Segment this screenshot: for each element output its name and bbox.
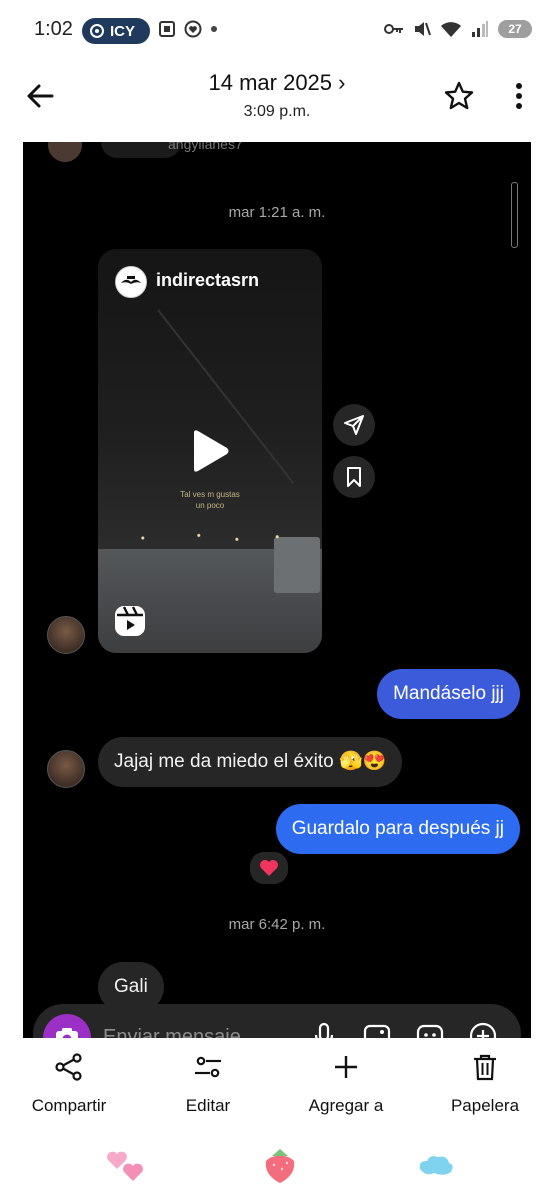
more-vert-icon[interactable] — [508, 80, 530, 112]
timestamp: mar 6:42 p. m. — [228, 916, 326, 933]
message-bubble-out[interactable]: Mandáselo jjj — [377, 669, 520, 719]
status-time: 1:02 — [34, 18, 73, 40]
screenshot-icon — [159, 21, 175, 37]
share-label: Compartir — [31, 1096, 107, 1115]
avatar[interactable] — [47, 616, 85, 654]
bookmark-icon — [347, 467, 361, 487]
edit-button[interactable]: Editar — [148, 1052, 268, 1116]
header-date-text: 14 mar 2025 — [208, 70, 333, 95]
gallery-icon[interactable] — [363, 1022, 391, 1038]
sticker-icon[interactable] — [416, 1022, 444, 1038]
reel-avatar[interactable] — [115, 266, 147, 298]
camera-button[interactable] — [43, 1014, 91, 1038]
add-to-button[interactable]: Agregar a — [286, 1052, 406, 1116]
pink-hearts-icon — [107, 1151, 143, 1181]
record-icon — [90, 24, 104, 38]
mute-icon — [415, 22, 431, 36]
heart-badge-icon — [184, 20, 202, 38]
save-reel-button[interactable] — [333, 456, 375, 498]
wifi-icon — [441, 22, 461, 37]
chat-screenshot: angyllanes7 mar 1:21 a. m. indirectasrn … — [23, 142, 531, 1038]
battery-icon: 27 — [498, 20, 532, 38]
trash-label: Papelera — [450, 1096, 520, 1115]
status-icons-left — [158, 20, 218, 38]
play-icon[interactable] — [190, 429, 230, 473]
trash-button[interactable]: Papelera — [425, 1052, 545, 1116]
timestamp: mar 1:21 a. m. — [228, 204, 326, 221]
reel-city-lights — [98, 525, 322, 551]
status-icons-right: 27 — [384, 20, 532, 38]
add-circle-icon[interactable] — [469, 1022, 497, 1038]
avatar — [48, 142, 82, 162]
share-icon — [55, 1053, 82, 1081]
chevron-right-icon: › — [338, 70, 346, 95]
share-reel-button[interactable] — [333, 404, 375, 446]
cut-username: angyllanes7 — [168, 142, 243, 152]
signal-icon — [472, 21, 488, 37]
microphone-icon[interactable] — [310, 1022, 338, 1038]
trash-icon — [474, 1054, 496, 1081]
mustache-logo-icon — [121, 276, 141, 284]
reel-caption: Tal ves m gustas un poco — [180, 490, 240, 510]
edit-label: Editar — [185, 1096, 231, 1115]
dot-icon — [211, 26, 217, 32]
avatar[interactable] — [47, 750, 85, 788]
star-icon[interactable] — [443, 80, 475, 112]
key-icon — [384, 24, 403, 34]
add-to-label: Agregar a — [308, 1096, 384, 1115]
reels-icon — [115, 606, 145, 636]
icy-label: ICY — [110, 22, 136, 40]
share-button[interactable]: Compartir — [9, 1052, 129, 1116]
reaction-badge[interactable] — [248, 850, 290, 886]
reel-username[interactable]: indirectasrn — [156, 270, 259, 291]
message-input[interactable]: Enviar mensaje... — [103, 1026, 258, 1038]
send-icon — [344, 415, 364, 435]
edit-sliders-icon — [195, 1056, 221, 1078]
camera-icon — [56, 1028, 78, 1038]
reel-card[interactable]: indirectasrn Tal ves m gustas un poco — [98, 249, 322, 653]
message-bubble-in[interactable]: Jajaj me da miedo el éxito 🫣😍 — [98, 737, 403, 787]
heart-reaction-icon — [260, 860, 278, 876]
blue-cloud-icon — [419, 1156, 453, 1175]
plus-icon — [335, 1056, 357, 1078]
message-bubble-out[interactable]: Guardalo para después jj — [275, 804, 520, 854]
icy-pill: ICY — [82, 18, 150, 44]
strawberry-icon — [265, 1149, 295, 1183]
